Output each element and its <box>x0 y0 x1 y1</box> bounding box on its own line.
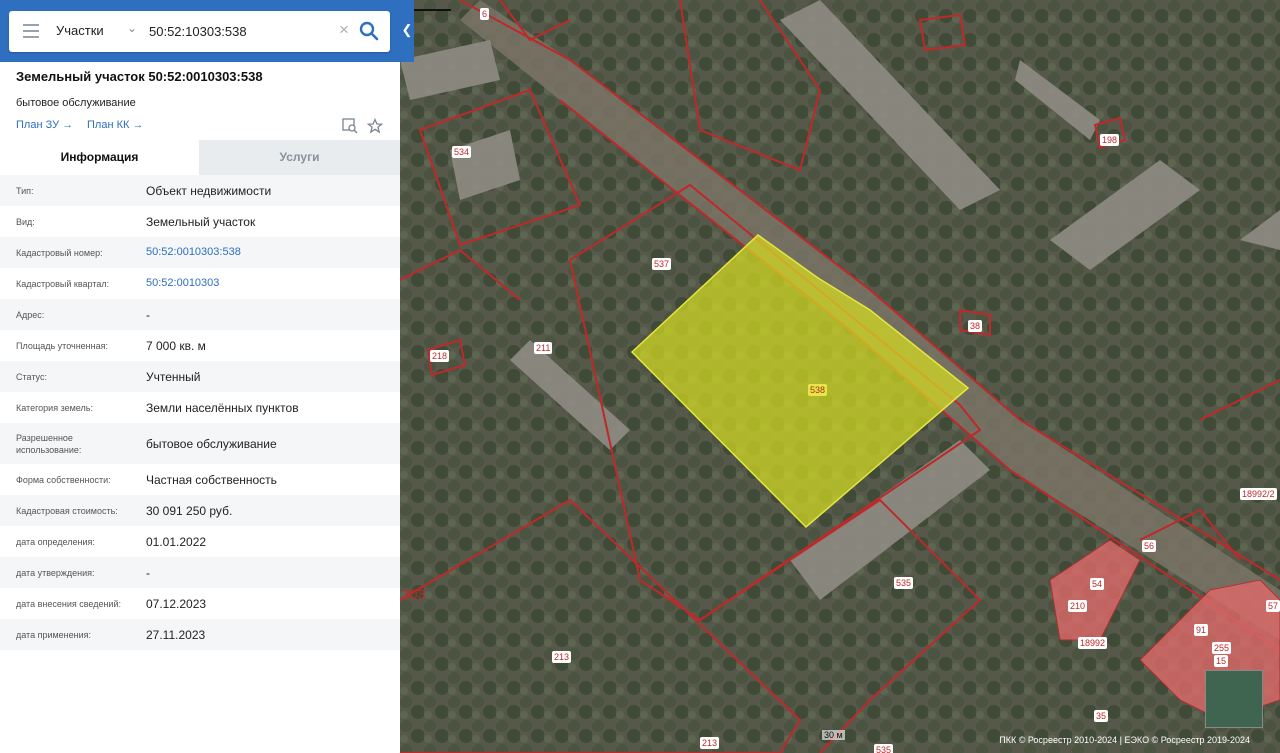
chevron-down-icon[interactable]: ⌄ <box>127 21 137 35</box>
parcel-number-label: 255 <box>1212 642 1232 654</box>
parcel-number-label: 211 <box>534 342 553 354</box>
info-row: Кадастровый квартал: 50:52:0010303 <box>0 268 400 299</box>
info-row: дата внесения сведений: 07.12.2023 <box>0 588 400 619</box>
info-value: Земли населённых пунктов <box>146 401 299 415</box>
info-row: Категория земель: Земли населённых пункто… <box>0 392 400 423</box>
info-value-link[interactable]: 50:52:0010303:538 <box>146 246 241 258</box>
parcel-number-label: 218 <box>430 350 450 362</box>
info-row: Разрешенное использование: бытовое обслуж… <box>0 423 400 464</box>
search-input[interactable] <box>149 20 329 42</box>
parcel-number-label: 54 <box>1090 578 1105 590</box>
cadastral-map[interactable]: 6 534 537 211 218 538 38 198 535 213 56 54 210 91 255 1… <box>400 0 1280 753</box>
info-label: дата определения: <box>16 537 95 547</box>
parcel-number-label: 213 <box>552 651 572 663</box>
map-attribution: ПКК © Росреестр 2010-2024 | ЕЭКО © Росре… <box>999 735 1250 745</box>
info-value: - <box>146 566 150 580</box>
parcel-number-label: 198 <box>1100 134 1120 146</box>
category-select[interactable]: Участки <box>56 23 104 38</box>
info-panel: Участки ⌄ × ❮ Земельный участок 50:52:00… <box>0 0 414 753</box>
parcel-number-label: 56 <box>1142 540 1157 552</box>
info-label: дата внесения сведений: <box>16 599 121 609</box>
info-label: Статус: <box>16 372 47 382</box>
plan-zu-link[interactable]: План ЗУ → <box>16 119 73 131</box>
scale-label: 30 м <box>822 730 845 740</box>
info-value: Земельный участок <box>146 215 256 229</box>
info-value: 07.12.2023 <box>146 597 207 611</box>
parcel-number-label: 15 <box>1214 655 1229 667</box>
parcel-number-label: 18992 <box>1078 637 1108 649</box>
info-label: Адрес: <box>16 310 45 320</box>
collapse-panel-icon[interactable]: ❮ <box>400 22 414 42</box>
info-label: Вид: <box>16 217 35 227</box>
info-label: Форма собственности: <box>16 475 111 485</box>
tab-information[interactable]: Информация <box>0 140 199 175</box>
search-box: Участки ⌄ × <box>9 11 390 52</box>
object-subtitle: бытовое обслуживание <box>16 97 136 109</box>
info-row: Адрес: - <box>0 299 400 330</box>
info-label: дата применения: <box>16 630 92 640</box>
info-row: Кадастровый номер: 50:52:0010303:538 <box>0 237 400 268</box>
parcel-number-label: 57 <box>1266 600 1280 612</box>
parcel-number-label: 534 <box>452 146 472 158</box>
info-label: Кадастровая стоимость: <box>16 506 118 516</box>
parcel-number-label: 91 <box>1194 624 1209 636</box>
parcel-number-label: 303 <box>402 586 426 602</box>
minimap-thumbnail[interactable] <box>1205 670 1263 728</box>
info-label: Площадь уточненная: <box>16 341 108 351</box>
info-value-link[interactable]: 50:52:0010303 <box>146 277 219 289</box>
info-row: дата определения: 01.01.2022 <box>0 526 400 557</box>
parcel-number-label: 38 <box>968 320 983 332</box>
info-label: дата утверждения: <box>16 568 95 578</box>
info-value: Объект недвижимости <box>146 184 272 198</box>
info-row: Площадь уточненная: 7 000 кв. м <box>0 330 400 361</box>
tab-services[interactable]: Услуги <box>199 140 400 175</box>
info-label: Кадастровый квартал: <box>16 279 110 289</box>
info-row: дата утверждения: - <box>0 557 400 588</box>
find-on-map-icon[interactable] <box>342 118 358 134</box>
info-label: Кадастровый номер: <box>16 248 103 258</box>
info-row: Форма собственности: Частная собственност… <box>0 464 400 495</box>
parcel-number-label: 535 <box>874 744 894 753</box>
parcel-number-label: 213 <box>700 737 720 749</box>
info-row: дата применения: 27.11.2023 <box>0 619 400 650</box>
tab-bar: Информация Услуги <box>0 140 400 175</box>
info-value: Учтенный <box>146 370 201 384</box>
info-row: Статус: Учтенный <box>0 361 400 392</box>
info-value: 01.01.2022 <box>146 535 207 549</box>
info-value: 7 000 кв. м <box>146 339 206 353</box>
info-value: 27.11.2023 <box>146 628 206 642</box>
info-value: Частная собственность <box>146 473 277 487</box>
info-label: Категория земель: <box>16 403 93 413</box>
parcel-number-label: 535 <box>894 577 914 589</box>
parcel-number-label: 35 <box>1094 710 1109 722</box>
favorite-star-icon[interactable] <box>367 118 383 134</box>
clear-icon[interactable]: × <box>339 20 349 40</box>
menu-icon[interactable] <box>23 24 39 39</box>
info-label: Разрешенное использование: <box>16 433 82 455</box>
parcel-number-label: 538 <box>808 384 828 396</box>
info-row: Тип: Объект недвижимости <box>0 175 400 206</box>
object-title: Земельный участок 50:52:0010303:538 <box>16 69 263 84</box>
info-row: Кадастровая стоимость: 30 091 250 руб. <box>0 495 400 526</box>
parcel-number-label: 6 <box>480 8 490 20</box>
info-row: Вид: Земельный участок <box>0 206 400 237</box>
plan-kk-link[interactable]: План КК → <box>87 119 143 131</box>
parcel-number-label: 18992/2 <box>1240 488 1277 500</box>
info-value: бытовое обслуживание <box>146 437 277 451</box>
info-table: Тип: Объект недвижимости Вид: Земельный уча… <box>0 175 400 650</box>
info-value: - <box>146 308 150 322</box>
parcel-number-label: 537 <box>652 258 672 270</box>
parcel-number-label: 210 <box>1068 600 1088 612</box>
info-label: Тип: <box>16 186 34 196</box>
info-value: 30 091 250 руб. <box>146 504 233 518</box>
search-icon[interactable] <box>359 21 379 41</box>
header-bar: Участки ⌄ × ❮ <box>0 0 414 62</box>
